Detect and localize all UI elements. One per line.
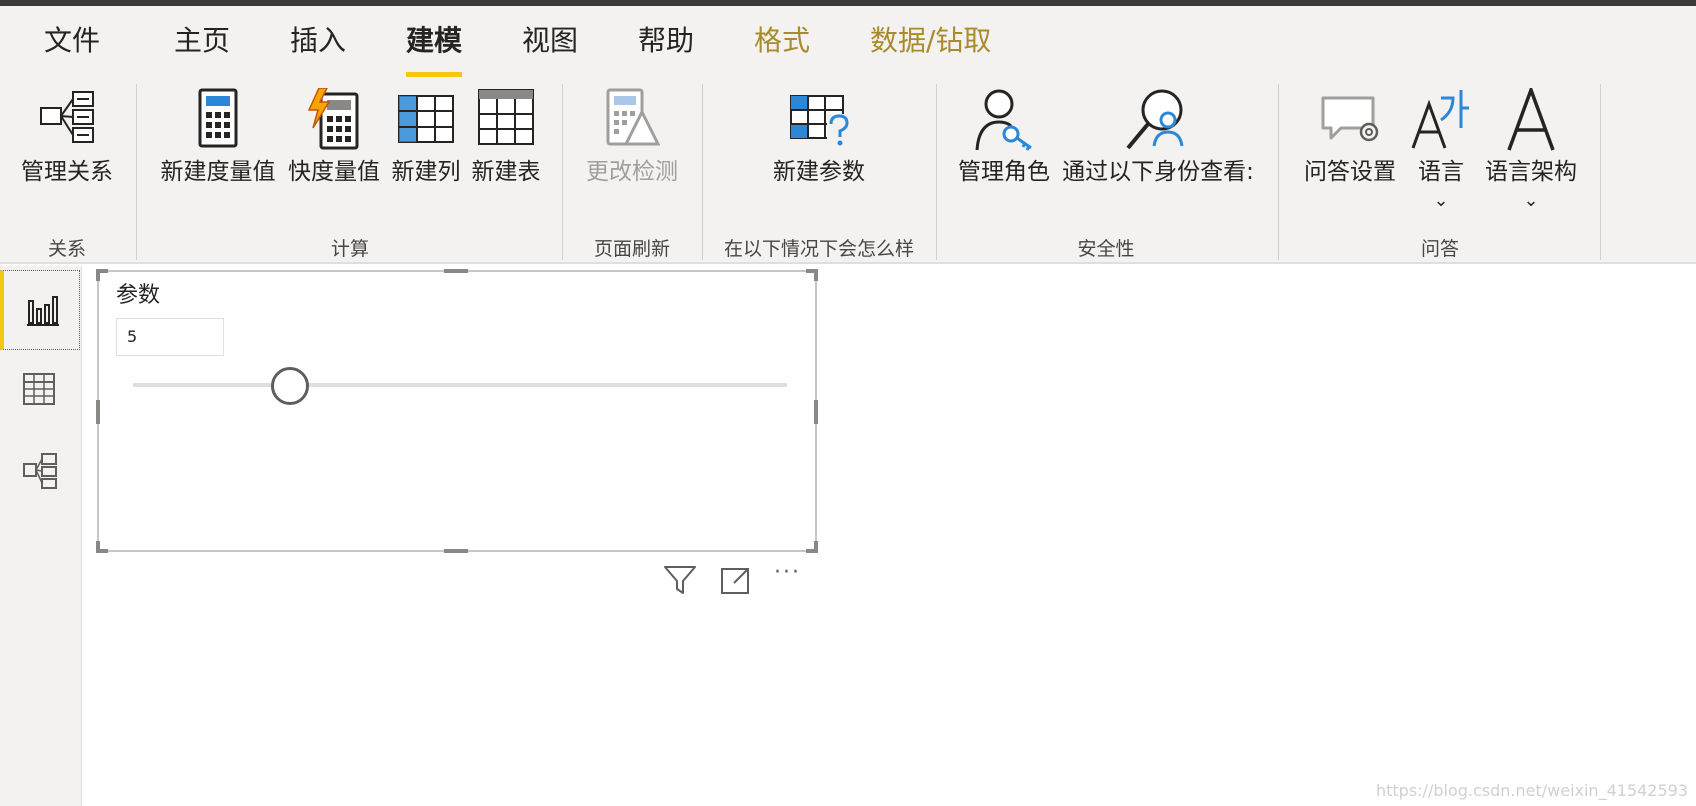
new-measure-label: 新建度量值 [160,159,276,185]
quick-measure-label: 快度量值 [288,159,380,185]
new-column-icon [398,95,454,143]
model-icon [23,453,57,489]
resize-handle[interactable] [814,400,818,424]
group-label-what-if: 在以下情况下会怎么样 [723,238,914,260]
group-label-calculations: 计算 [330,238,369,260]
ribbon: 管理关系 关系 新建度量值 快度量值 新建列 新建表 计算 更改检测 页面刷新 … [0,82,1696,264]
group-label-page-refresh: 页面刷新 [593,238,670,260]
resize-handle[interactable] [814,269,818,281]
tab-modeling[interactable]: 建模 [406,24,462,58]
new-parameter-icon [790,95,851,148]
manage-roles-button[interactable]: 管理角色 [954,82,1054,224]
view-rail [0,266,82,806]
resize-handle[interactable] [96,269,100,281]
tab-insert[interactable]: 插入 [290,24,346,58]
active-tab-underline [406,72,462,77]
manage-roles-label: 管理角色 [958,159,1050,185]
linguistic-schema-icon [1507,88,1555,151]
new-parameter-button[interactable]: 新建参数 [714,82,924,224]
slider-track[interactable] [133,383,787,387]
new-table-button[interactable]: 新建表 [468,82,544,224]
ribbon-separator [136,84,137,260]
new-table-icon [478,89,534,145]
resize-handle[interactable] [444,549,468,553]
table-icon [23,373,55,405]
qa-setup-button[interactable]: 问答设置 [1294,82,1406,224]
linguistic-schema-label: 语言架构 [1485,159,1577,185]
ribbon-separator [1600,84,1601,260]
resize-handle[interactable] [96,400,100,424]
tab-data-drill[interactable]: 数据/钻取 [870,24,991,58]
resize-handle[interactable] [96,541,100,553]
parameter-slicer[interactable]: 参数 5 [96,269,818,553]
change-detection-icon [606,88,660,146]
language-label: 语言 [1418,159,1464,185]
rail-model-view[interactable] [0,430,80,510]
slider-thumb[interactable] [270,367,309,405]
language-icon [1411,90,1469,149]
view-as-icon [1126,89,1184,150]
new-measure-button[interactable]: 新建度量值 [156,82,280,224]
tab-format[interactable]: 格式 [754,24,810,58]
relationships-icon [40,91,94,143]
tab-view[interactable]: 视图 [522,24,578,58]
chevron-down-icon: ⌄ [1523,190,1539,211]
more-options-icon[interactable]: ··· [774,560,814,594]
view-as-button[interactable]: 通过以下身份查看: [1058,82,1258,224]
ribbon-separator [562,84,563,260]
linguistic-schema-button[interactable]: 语言架构 ⌄ [1476,82,1586,224]
new-column-button[interactable]: 新建列 [388,82,464,224]
calculator-icon [198,88,238,148]
group-label-qa: 问答 [1420,238,1459,260]
resize-handle[interactable] [444,269,468,273]
new-table-label: 新建表 [471,159,541,185]
qa-setup-icon [1321,96,1379,142]
ribbon-separator [1278,84,1279,260]
quick-measure-button[interactable]: 快度量值 [284,82,384,224]
group-label-security: 安全性 [1077,238,1135,260]
ribbon-separator [936,84,937,260]
change-detection-label: 更改检测 [586,159,678,185]
filter-icon[interactable] [663,563,697,597]
resize-handle[interactable] [814,541,818,553]
bar-chart-icon [27,296,59,326]
tab-help[interactable]: 帮助 [638,24,694,58]
tab-file[interactable]: 文件 [44,24,100,58]
manage-roles-icon [975,89,1032,151]
slicer-value-input[interactable]: 5 [116,318,224,356]
manage-relationships-button[interactable]: 管理关系 [14,82,120,224]
rail-data-view[interactable] [0,350,80,430]
group-label-relationships: 关系 [47,238,86,260]
new-parameter-label: 新建参数 [773,159,865,185]
view-as-label: 通过以下身份查看: [1062,159,1254,185]
change-detection-button[interactable]: 更改检测 [574,82,690,224]
focus-mode-icon[interactable] [720,563,754,597]
rail-report-view[interactable] [0,270,80,350]
tab-home[interactable]: 主页 [174,24,230,58]
manage-relationships-label: 管理关系 [21,159,113,185]
language-button[interactable]: 语言 ⌄ [1410,82,1472,224]
ribbon-separator [702,84,703,260]
slicer-title: 参数 [116,283,161,308]
chevron-down-icon: ⌄ [1433,190,1449,211]
watermark: https://blog.csdn.net/weixin_41542593 [1375,781,1688,800]
new-column-label: 新建列 [391,159,461,185]
ribbon-tabs: 文件 主页 插入 建模 视图 帮助 格式 数据/钻取 [0,6,1696,82]
quick-measure-icon [307,88,359,150]
qa-setup-label: 问答设置 [1304,159,1396,185]
